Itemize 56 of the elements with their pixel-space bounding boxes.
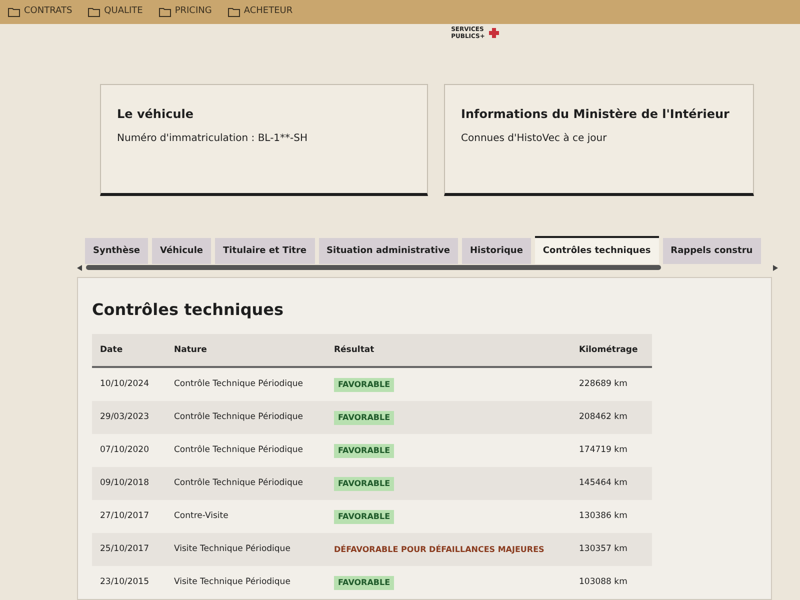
- table-cell: 103088 km: [579, 576, 628, 589]
- table-cell: 130386 km: [579, 510, 628, 523]
- table-cell-text: 25/10/2017: [100, 543, 150, 556]
- status-badge: FAVORABLE: [334, 444, 394, 458]
- status-badge: FAVORABLE: [334, 576, 394, 590]
- card-text: Numéro d'immatriculation : BL-1**-SH: [117, 132, 309, 146]
- table-cell: 130357 km: [579, 543, 628, 556]
- bookmark-item[interactable]: QUALITE: [88, 5, 143, 19]
- table-cell: 174719 km: [579, 444, 628, 457]
- section-title: Contrôles techniques: [92, 299, 285, 321]
- card-title: Informations du Ministère de l'Intérieur: [461, 106, 730, 123]
- table-cell-text: Contrôle Technique Périodique: [174, 444, 304, 457]
- tab[interactable]: Situation administrative: [318, 238, 458, 264]
- folder-icon: [228, 7, 240, 17]
- table-cell-text: 27/10/2017: [100, 510, 150, 523]
- folder-icon: [88, 7, 100, 17]
- table-cell-text: 10/10/2024: [100, 378, 150, 391]
- table-cell-text: Visite Technique Périodique: [174, 543, 292, 556]
- folder-icon: [158, 7, 171, 17]
- tab[interactable]: Rappels constru: [662, 238, 761, 264]
- table-cell-text: Contrôle Technique Périodique: [174, 477, 304, 490]
- tab[interactable]: Titulaire et Titre: [215, 238, 315, 264]
- card-title: Le véhicule: [117, 106, 194, 123]
- status-badge: FAVORABLE: [334, 410, 394, 424]
- table-cell-text: Contre-Visite: [174, 510, 230, 523]
- table-cell: 208462 km: [579, 411, 628, 424]
- table-cell: 145464 km: [579, 477, 628, 490]
- status-text: DÉFAVORABLE POUR DÉFAILLANCES MAJEURES: [334, 544, 544, 556]
- folder-icon: [8, 7, 20, 17]
- bookmark-item[interactable]: CONTRATS: [8, 5, 72, 19]
- status-badge: FAVORABLE: [334, 510, 394, 524]
- column-header: Kilométrage: [579, 344, 638, 356]
- table-cell-text: Contrôle Technique Périodique: [174, 378, 304, 391]
- status-badge: FAVORABLE: [334, 476, 394, 490]
- tab[interactable]: Véhicule: [152, 238, 212, 264]
- table-cell-text: 29/03/2023: [100, 411, 150, 424]
- tab[interactable]: Synthèse: [85, 238, 148, 264]
- card-text: Connues d'HistoVec à ce jour: [461, 132, 608, 146]
- tab[interactable]: Contrôles techniques: [534, 236, 659, 264]
- table-cell-text: 07/10/2020: [100, 444, 150, 457]
- column-header: Résultat: [334, 344, 376, 356]
- tab[interactable]: Historique: [462, 238, 531, 264]
- table-cell-text: 09/10/2018: [100, 477, 150, 490]
- table-cell: 228689 km: [579, 378, 628, 391]
- bookmark-item[interactable]: ACHETEUR: [228, 5, 293, 19]
- table-cell-text: Contrôle Technique Périodique: [174, 411, 304, 424]
- table-cell-text: Visite Technique Périodique: [174, 576, 292, 589]
- table-cell-text: 23/10/2015: [100, 576, 150, 589]
- scroll-right-icon[interactable]: [773, 264, 778, 270]
- bookmark-item[interactable]: PRICING: [158, 5, 212, 19]
- column-header: Date: [100, 344, 124, 356]
- scroll-left-icon[interactable]: [77, 264, 82, 270]
- status-badge: FAVORABLE: [334, 378, 394, 392]
- scrollbar-thumb[interactable]: [86, 265, 661, 270]
- column-header: Nature: [174, 344, 208, 356]
- logo-mark-icon: [488, 28, 499, 38]
